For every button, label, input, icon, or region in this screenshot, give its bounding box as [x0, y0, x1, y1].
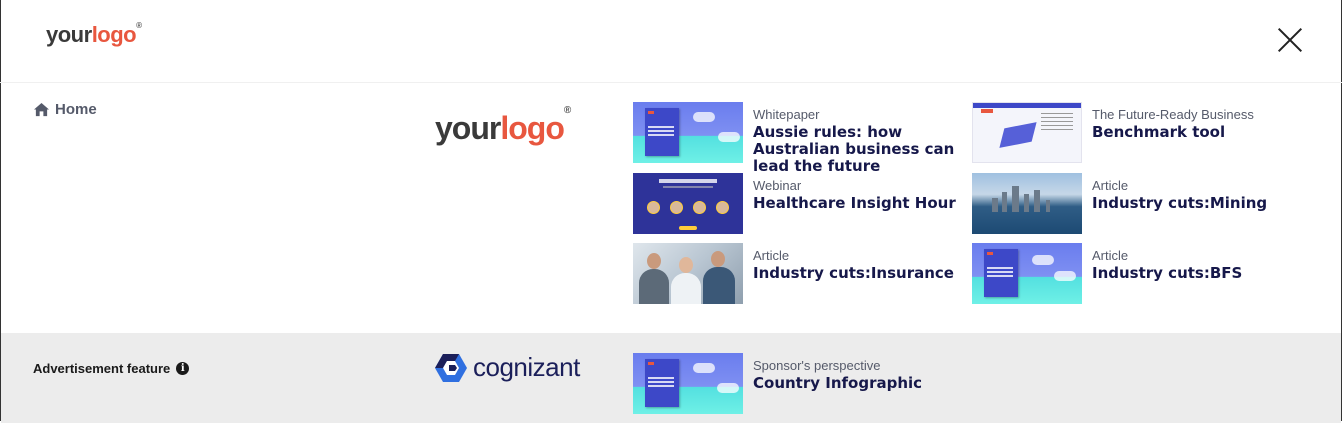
logo-text: your — [46, 22, 92, 47]
cognizant-mark-icon — [435, 353, 467, 382]
partner-logo-text-accent: logo — [500, 110, 565, 146]
advertisement-label: Advertisement feature i — [33, 361, 190, 376]
card-title[interactable]: Aussie rules: how Australian business ca… — [753, 124, 968, 175]
sponsor-card[interactable]: Sponsor's perspective Country Infographi… — [633, 353, 922, 414]
content-card[interactable]: Webinar Healthcare Insight Hour — [633, 173, 956, 234]
card-category: Article — [1092, 178, 1129, 193]
partner-registered-mark: ® — [563, 105, 571, 117]
content-card[interactable]: Whitepaper Aussie rules: how Australian … — [633, 102, 968, 175]
card-category: Article — [753, 248, 790, 263]
card-category: Sponsor's perspective — [753, 358, 881, 373]
sponsor-name: cognizant — [473, 352, 580, 382]
card-title[interactable]: Industry cuts:BFS — [1092, 265, 1242, 282]
card-category: Whitepaper — [753, 107, 820, 122]
close-icon[interactable] — [1276, 26, 1304, 54]
card-title[interactable]: Country Infographic — [753, 375, 922, 392]
city-skyline-thumbnail — [972, 173, 1082, 234]
home-label: Home — [55, 101, 97, 118]
home-icon — [34, 102, 49, 117]
partner-logo[interactable]: yourlogo® — [435, 105, 571, 147]
home-link[interactable]: Home — [33, 101, 97, 118]
content-card[interactable]: Article Industry cuts:Mining — [972, 173, 1267, 234]
benchmark-thumbnail — [972, 102, 1082, 163]
report-thumbnail — [972, 243, 1082, 304]
partner-logo-text: your — [435, 110, 501, 146]
infographic-thumbnail — [633, 353, 743, 414]
content-card[interactable]: Article Industry cuts:BFS — [972, 243, 1242, 304]
sponsor-logo[interactable]: cognizant — [435, 352, 580, 383]
card-category: Webinar — [753, 178, 802, 193]
content-card[interactable]: Article Industry cuts:Insurance — [633, 243, 954, 304]
card-category: Article — [1092, 248, 1129, 263]
site-logo[interactable]: yourlogo® — [46, 20, 142, 48]
webinar-thumbnail — [633, 173, 743, 234]
card-title[interactable]: Industry cuts:Insurance — [753, 265, 954, 282]
registered-mark: ® — [136, 20, 142, 30]
advertisement-label-text: Advertisement feature — [33, 361, 171, 376]
card-title[interactable]: Healthcare Insight Hour — [753, 195, 956, 212]
card-title[interactable]: Benchmark tool — [1092, 124, 1254, 141]
logo-text-accent: logo — [91, 22, 137, 47]
content-card[interactable]: The Future-Ready Business Benchmark tool — [972, 102, 1254, 163]
card-category: The Future-Ready Business — [1092, 107, 1254, 122]
whitepaper-thumbnail — [633, 102, 743, 163]
people-thumbnail — [633, 243, 743, 304]
info-icon[interactable]: i — [176, 362, 190, 375]
header: yourlogo® — [0, 0, 1342, 83]
card-title[interactable]: Industry cuts:Mining — [1092, 195, 1267, 212]
